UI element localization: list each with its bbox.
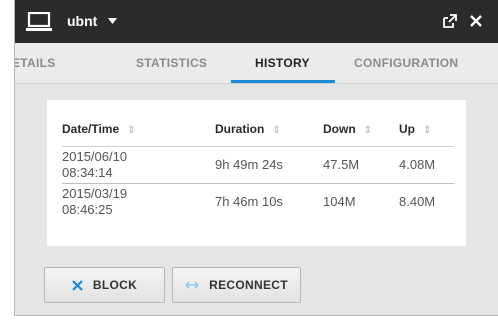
cell-down: 104M	[323, 194, 356, 209]
tab-statistics[interactable]: STATISTICS	[136, 56, 207, 70]
device-name[interactable]: ubnt	[67, 13, 97, 29]
tab-history[interactable]: HISTORY	[255, 56, 310, 70]
bidirectional-arrow-icon	[185, 281, 199, 289]
history-table: Date/Time ⇕ Duration ⇕ Down ⇕ Up ⇕ 2015/06/1…	[62, 111, 454, 220]
tab-details[interactable]: DETAILS	[15, 56, 56, 70]
laptop-icon	[26, 12, 52, 31]
column-label: Date/Time	[62, 121, 120, 136]
cell-datetime: 2015/03/19 08:46:25	[62, 184, 215, 221]
tab-configuration[interactable]: CONFIGURATION	[354, 56, 458, 70]
column-label: Down	[323, 121, 356, 136]
client-details-panel: ubnt DETAILS STATISTICS HISTORY CONFIGUR…	[14, 0, 498, 316]
column-label: Up	[399, 121, 415, 136]
cell-down: 47.5M	[323, 146, 399, 184]
cell-up: 4.08M	[399, 146, 454, 184]
cell-time: 08:46:25	[62, 202, 113, 217]
cell-datetime: 2015/06/10 08:34:14	[62, 146, 215, 184]
cell-date: 2015/03/19	[62, 186, 128, 201]
reconnect-button[interactable]: RECONNECT	[172, 267, 301, 303]
block-button-label: BLOCK	[92, 278, 138, 292]
sort-arrows-icon: ⇕	[363, 124, 373, 136]
cell-up: 8.40M	[399, 194, 436, 209]
sort-arrows-icon: ⇕	[423, 124, 432, 136]
cell-date: 2015/06/10	[62, 149, 128, 164]
column-label: Duration	[215, 121, 265, 136]
cell-duration: 7h 46m 10s	[215, 194, 283, 209]
active-tab-indicator	[231, 80, 335, 83]
table-row: 2015/03/19 08:46:25 7h 46m 10s 104M 8.40M	[62, 184, 454, 221]
table-row: 2015/06/10 08:34:14 9h 49m 24s 47.5M 4.08…	[62, 146, 454, 184]
popout-icon[interactable]	[442, 14, 457, 29]
close-icon[interactable]	[470, 15, 482, 27]
column-header-up[interactable]: Up ⇕	[399, 111, 454, 147]
table-header-row: Date/Time ⇕ Duration ⇕ Down ⇕ Up ⇕	[62, 111, 454, 147]
title-bar: ubnt	[15, 0, 498, 43]
tab-bar: DETAILS STATISTICS HISTORY CONFIGURATION	[15, 43, 498, 84]
column-header-datetime[interactable]: Date/Time ⇕	[62, 111, 215, 147]
column-header-duration[interactable]: Duration ⇕	[215, 111, 323, 147]
sort-arrows-icon: ⇕	[272, 124, 281, 136]
x-icon	[72, 279, 83, 291]
reconnect-button-label: RECONNECT	[209, 278, 288, 292]
block-button[interactable]: BLOCK	[44, 267, 165, 303]
sort-arrows-icon: ⇕	[127, 124, 136, 136]
cell-duration: 9h 49m 24s	[215, 146, 323, 184]
history-card: Date/Time ⇕ Duration ⇕ Down ⇕ Up ⇕ 2015/06/1…	[47, 100, 466, 246]
caret-down-icon[interactable]	[108, 18, 117, 24]
cell-time: 08:34:14	[62, 165, 113, 180]
column-header-down[interactable]: Down ⇕	[323, 111, 399, 147]
